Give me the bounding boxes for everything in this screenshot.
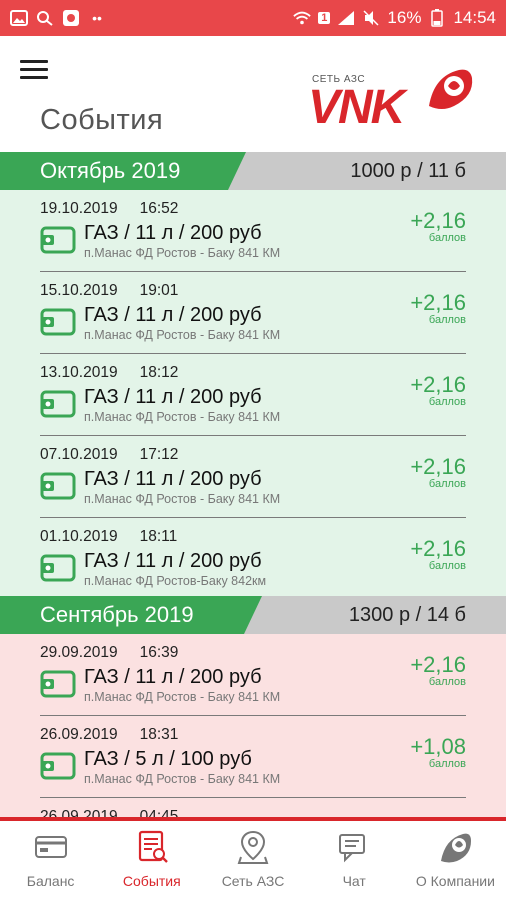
wallet-icon [40,670,76,698]
signal-icon [337,10,355,26]
event-date: 15.10.2019 [40,282,118,299]
event-date: 07.10.2019 [40,446,118,463]
event-points: +2,16 баллов [410,454,466,490]
event-date: 13.10.2019 [40,364,118,381]
event-points: +2,16 баллов [410,652,466,688]
event-points: +2,16 баллов [410,536,466,572]
event-location: п.Манас ФД Ростов - Баку 841 КМ [84,492,281,506]
event-location: п.Манас ФД Ростов - Баку 841 КМ [84,772,281,786]
battery-percent: 16% [387,8,422,27]
vnk-logo: СЕТЬ АЗС VNK [306,66,476,136]
wifi-icon [293,10,311,26]
event-title: ГАЗ / 11 л / 200 руб [84,468,262,490]
event-time: 17:12 [139,446,179,463]
nav-label: Сеть АЗС [221,873,285,889]
nav-balance[interactable]: Баланс [0,821,101,900]
event-title: ГАЗ / 5 л / 100 руб [84,748,252,770]
month-header: Сентябрь 2019 1300 р / 14 б [0,596,506,634]
nav-label: О Компании [415,873,495,889]
sim-badge: 1 [318,12,331,24]
event-item[interactable]: 26.09.2019 04:45 [40,798,466,817]
event-time: 18:11 [139,528,178,545]
nav-events[interactable]: События [101,821,202,900]
event-title: ГАЗ / 11 л / 200 руб [84,222,262,244]
page-title: События [40,104,164,136]
nav-label: Чат [342,873,366,889]
wallet-icon [40,226,76,254]
event-location: п.Манас ФД Ростов - Баку 841 КМ [84,328,281,342]
flame-drop-icon [429,69,473,109]
event-location: п.Манас ФД Ростов - Баку 841 КМ [84,690,281,704]
event-time: 04:45 [139,808,179,817]
event-time: 16:39 [139,644,179,661]
event-location: п.Манас ФД Ростов - Баку 841 КМ [84,410,281,424]
wallet-icon [40,390,76,418]
events-icon [138,830,168,863]
event-time: 19:01 [139,282,179,299]
month-summary: 1000 р / 11 б [350,160,466,182]
event-title: ГАЗ / 11 л / 200 руб [84,550,262,572]
status-bar: •• 1 16% 14:54 [0,0,506,36]
event-item[interactable]: 19.10.2019 16:52 ГАЗ / 11 л / 200 руб п.М… [40,190,466,272]
map-pin-icon [237,830,269,864]
nav-stations[interactable]: Сеть АЗС [202,821,303,900]
event-item[interactable]: 26.09.2019 18:31 ГАЗ / 5 л / 100 руб п.Ма… [40,716,466,798]
menu-icon[interactable] [20,60,48,80]
event-points: +2,16 баллов [410,208,466,244]
events-list-october: 19.10.2019 16:52 ГАЗ / 11 л / 200 руб п.М… [0,190,506,596]
event-title: ГАЗ / 11 л / 200 руб [84,666,262,688]
app-icon [62,10,80,26]
company-icon [441,833,472,863]
battery-icon [428,9,446,27]
clock: 14:54 [453,8,496,27]
event-date: 19.10.2019 [40,200,118,217]
more-dots-icon: •• [92,10,102,26]
wallet-icon [40,472,76,500]
nav-company[interactable]: О Компании [405,821,506,900]
event-item[interactable]: 01.10.2019 18:11 ГАЗ / 11 л / 200 руб п.М… [40,518,466,600]
nav-label: События [122,873,181,889]
event-points: +2,16 баллов [410,290,466,326]
event-date: 29.09.2019 [40,644,118,661]
wallet-icon [40,554,76,582]
chat-icon [339,834,366,863]
event-item[interactable]: 07.10.2019 17:12 ГАЗ / 11 л / 200 руб п.М… [40,436,466,518]
wallet-icon [40,752,76,780]
search-icon [36,10,54,26]
event-date: 26.09.2019 [40,726,118,743]
event-date: 01.10.2019 [40,528,118,545]
event-item[interactable]: 13.10.2019 18:12 ГАЗ / 11 л / 200 руб п.М… [40,354,466,436]
app-header: События СЕТЬ АЗС VNK [0,36,506,152]
wallet-icon [40,308,76,336]
nav-label: Баланс [26,873,75,889]
mute-icon [362,10,380,26]
month-summary: 1300 р / 14 б [348,604,466,626]
month-name: Октябрь 2019 [0,152,246,190]
nav-chat[interactable]: Чат [304,821,405,900]
event-points: +2,16 баллов [410,372,466,408]
event-time: 18:31 [139,726,179,743]
card-icon [34,836,67,858]
event-title: ГАЗ / 11 л / 200 руб [84,304,262,326]
event-location: п.Манас ФД Ростов-Баку 842км [84,574,267,588]
month-name: Сентябрь 2019 [0,596,262,634]
event-time: 16:52 [139,200,179,217]
bottom-nav: Баланс События Сеть АЗС Чат О Компании [0,817,506,900]
event-points: +1,08 баллов [410,734,466,770]
event-location: п.Манас ФД Ростов - Баку 841 КМ [84,246,281,260]
events-list-september: 29.09.2019 16:39 ГАЗ / 11 л / 200 руб п.М… [0,634,506,817]
event-title: ГАЗ / 11 л / 200 руб [84,386,262,408]
event-time: 18:12 [139,364,179,381]
month-header: Октябрь 2019 1000 р / 11 б [0,152,506,190]
event-item[interactable]: 15.10.2019 19:01 ГАЗ / 11 л / 200 руб п.М… [40,272,466,354]
event-date: 26.09.2019 [40,808,118,817]
event-item[interactable]: 29.09.2019 16:39 ГАЗ / 11 л / 200 руб п.М… [40,634,466,716]
image-icon [10,10,28,26]
